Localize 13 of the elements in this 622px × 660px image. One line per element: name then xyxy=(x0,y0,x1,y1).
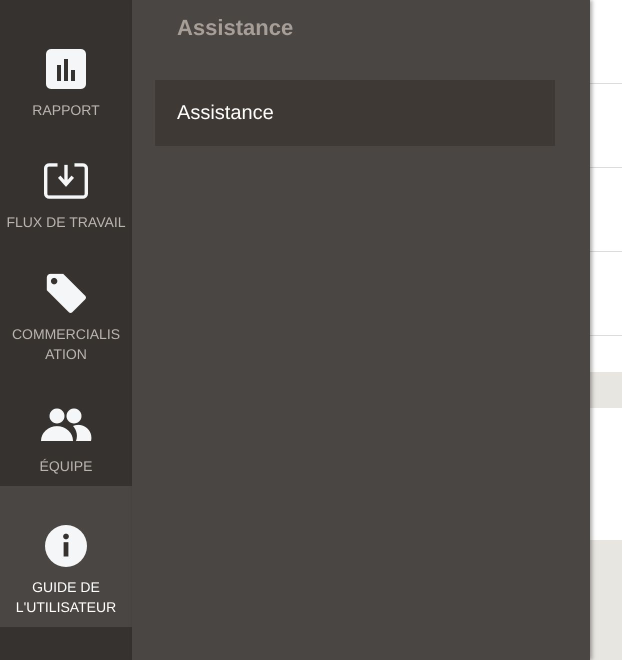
info-icon xyxy=(44,525,88,567)
sidebar-item[interactable]: GUIDE DE L'UTILISATEUR xyxy=(0,486,132,627)
panel-item[interactable]: Assistance xyxy=(155,80,555,146)
download-tray-icon xyxy=(44,160,88,202)
sidebar-item[interactable]: RAPPORT xyxy=(0,18,132,130)
sidebar-item[interactable]: ÉQUIPE xyxy=(0,374,132,486)
row-background xyxy=(590,372,622,408)
tag-icon xyxy=(44,272,88,314)
bar-chart-icon xyxy=(44,48,88,90)
people-icon xyxy=(40,408,92,442)
panel-title: Assistance xyxy=(176,14,294,42)
sidebar-item[interactable]: COMMERCIALIS ATION xyxy=(0,242,132,374)
sidebar-item[interactable]: FLUX DE TRAVAIL xyxy=(0,130,132,242)
